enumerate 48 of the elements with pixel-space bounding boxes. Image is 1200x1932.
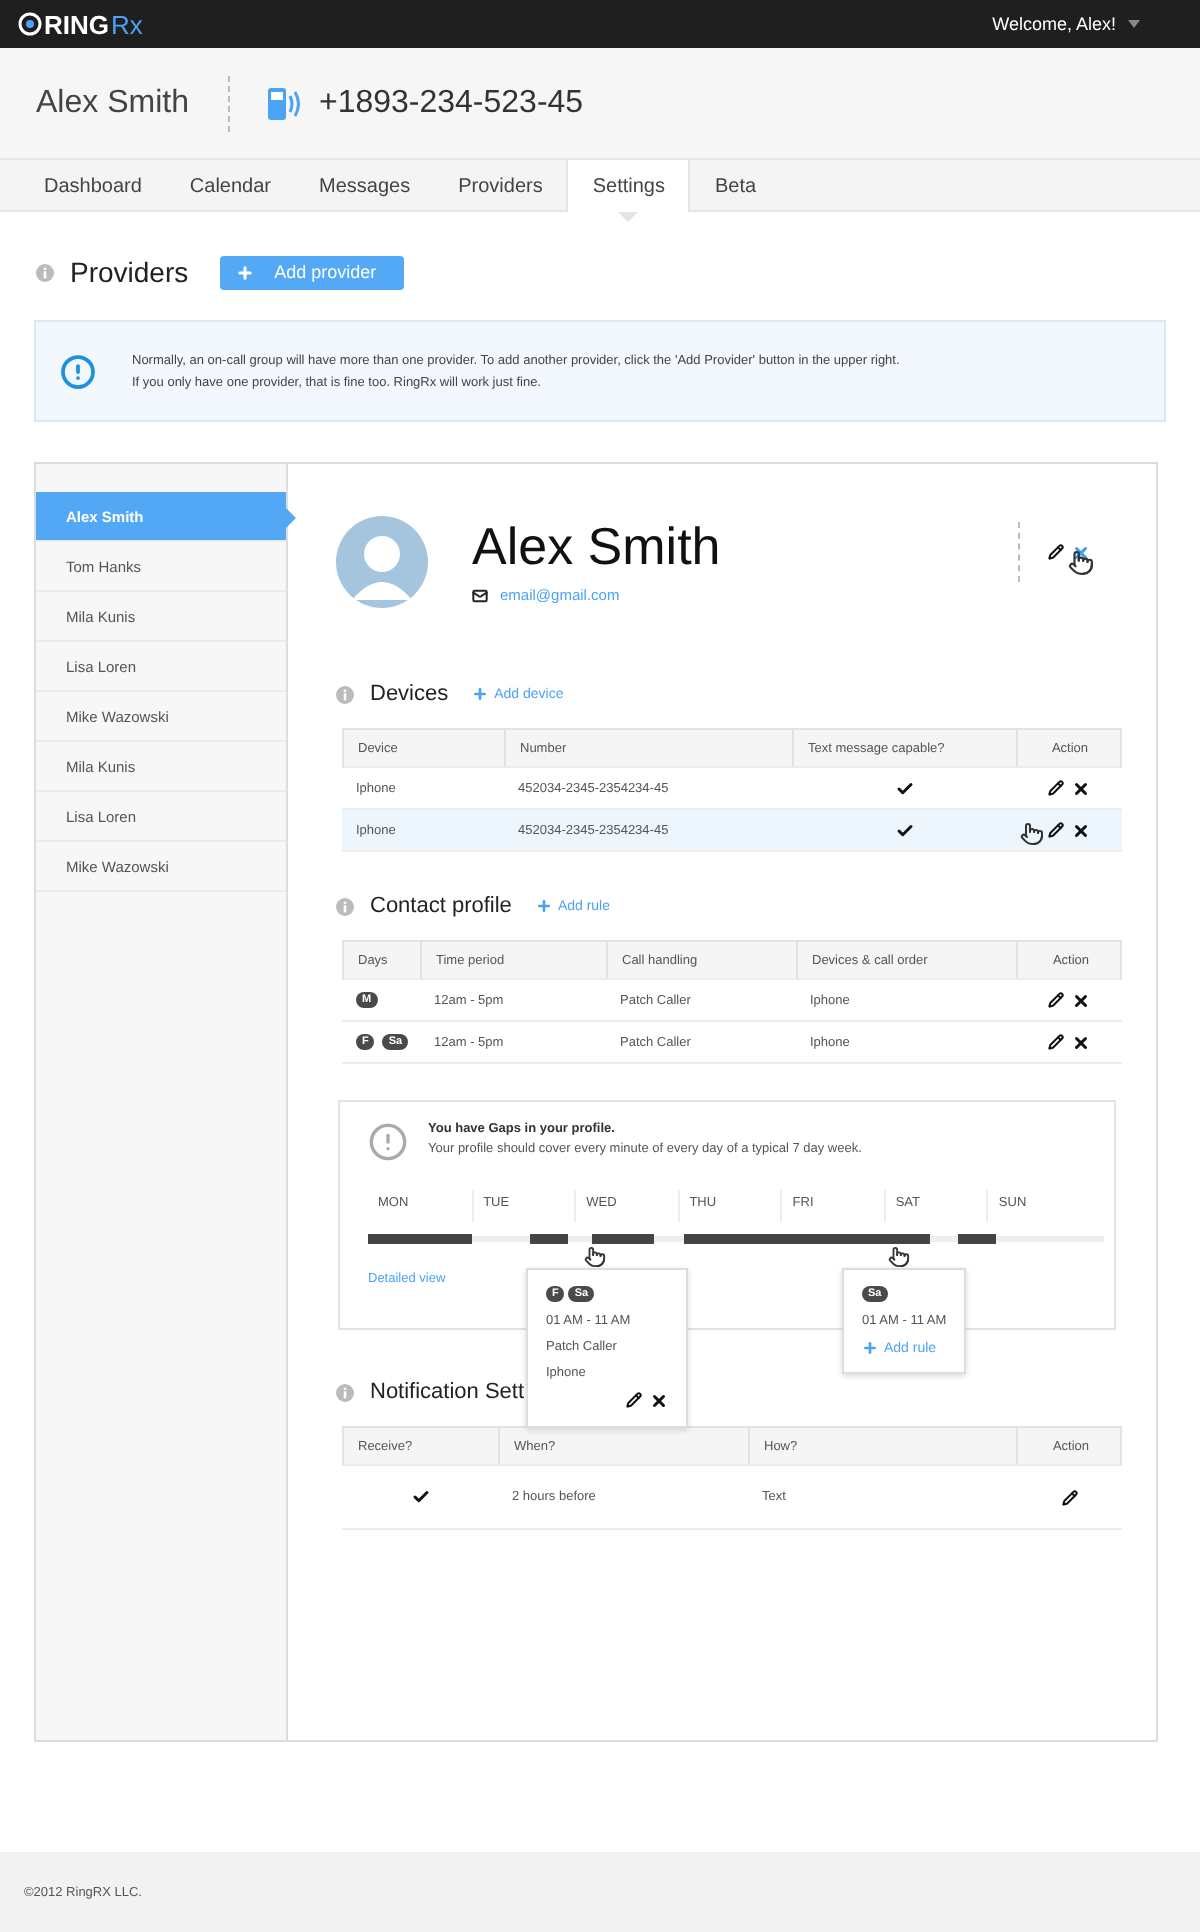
brand-suffix: Rx xyxy=(111,9,143,39)
edit-icon[interactable] xyxy=(626,1392,642,1408)
section-title: Devices xyxy=(370,682,449,706)
close-icon[interactable] xyxy=(1072,991,1090,1009)
nav-tab[interactable]: Messages xyxy=(295,160,435,212)
hand-cursor-icon xyxy=(1068,550,1094,576)
nav-tab[interactable]: Calendar xyxy=(165,160,296,212)
mail-icon xyxy=(472,587,488,603)
item-pointer xyxy=(286,508,296,528)
logo-icon xyxy=(18,12,42,36)
nav-tab[interactable]: Providers xyxy=(434,160,567,212)
section-title: Contact profile xyxy=(370,894,512,918)
hand-cursor-icon xyxy=(584,1246,606,1268)
plus-icon xyxy=(535,898,552,914)
plus-icon xyxy=(472,686,489,702)
alert-icon xyxy=(60,353,96,389)
edit-icon[interactable] xyxy=(1048,544,1064,560)
section-title: Notification Sett xyxy=(370,1380,525,1404)
edit-icon[interactable] xyxy=(1047,822,1063,838)
info-icon xyxy=(336,897,354,915)
phone-number: +1893-234-523-45 xyxy=(318,85,584,121)
info-icon xyxy=(36,263,54,281)
tab-pointer xyxy=(618,212,639,222)
close-icon[interactable] xyxy=(1072,543,1090,561)
provider-name: Alex Smith xyxy=(472,516,723,578)
account-name: Alex Smith xyxy=(36,85,191,121)
close-icon[interactable] xyxy=(1072,1033,1090,1051)
info-icon xyxy=(336,685,354,703)
hand-cursor-icon xyxy=(888,1246,910,1268)
hand-cursor-icon xyxy=(1020,822,1044,846)
welcome-text: Welcome, Alex! xyxy=(992,14,1116,34)
page-title: Providers xyxy=(70,256,189,288)
edit-icon[interactable] xyxy=(1048,1034,1064,1050)
avatar-icon xyxy=(336,516,428,608)
plus-icon xyxy=(236,263,255,281)
edit-icon[interactable] xyxy=(1048,992,1064,1008)
close-icon[interactable] xyxy=(650,1392,668,1410)
brand-name: RING xyxy=(44,9,109,39)
edit-icon[interactable] xyxy=(1047,780,1063,796)
info-icon xyxy=(336,1383,354,1401)
close-icon[interactable] xyxy=(1071,779,1089,797)
close-icon[interactable] xyxy=(1071,821,1089,839)
edit-icon[interactable] xyxy=(1061,1489,1077,1505)
alert-icon xyxy=(368,1122,408,1162)
plus-icon xyxy=(862,1340,878,1356)
nav-tab[interactable]: Beta xyxy=(690,160,781,212)
nav-tab[interactable]: Dashboard xyxy=(20,160,166,212)
caret-icon[interactable] xyxy=(1128,20,1140,28)
